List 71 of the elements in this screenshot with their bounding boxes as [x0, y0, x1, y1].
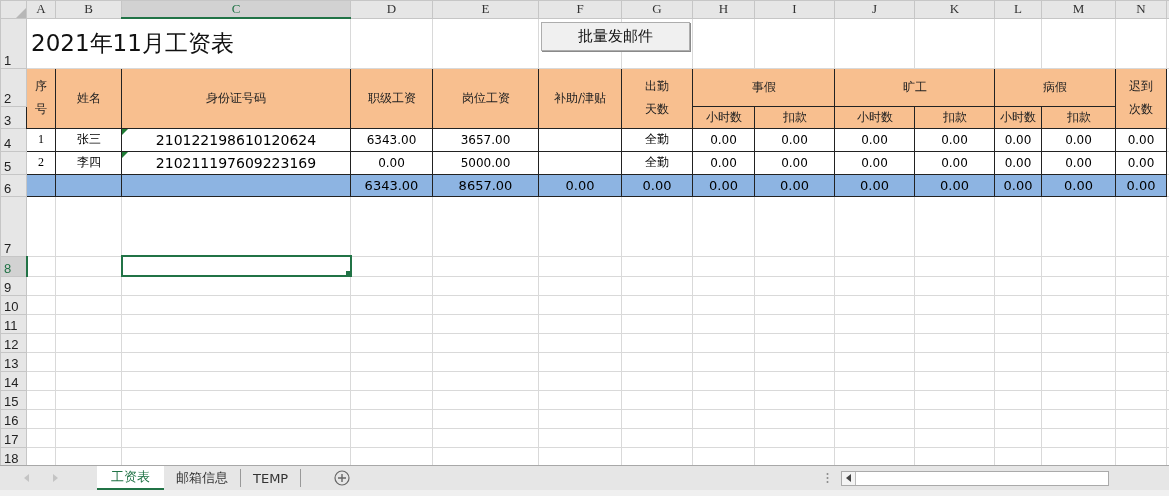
header-cell: 病假	[994, 68, 1116, 106]
header-cell: 身份证号码	[121, 68, 351, 128]
column-header[interactable]: B	[55, 0, 122, 18]
header-cell: 补助/津贴	[538, 68, 622, 128]
row-header[interactable]: 6	[0, 174, 27, 196]
table-cell: 0.00	[1115, 151, 1167, 174]
column-header[interactable]: E	[432, 0, 539, 18]
header-cell: 岗位工资	[432, 68, 539, 128]
table-cell: 0.00	[692, 128, 755, 151]
column-header[interactable]: C	[121, 0, 351, 18]
table-cell: 0.00	[834, 151, 915, 174]
row-header[interactable]: 8	[0, 256, 27, 276]
table-cell: 3657.00	[432, 128, 539, 151]
header-cell: 迟到次数	[1115, 68, 1167, 128]
column-header[interactable]: H	[692, 0, 755, 18]
table-cell: 0.00	[350, 151, 433, 174]
header-cell: 旷工	[834, 68, 995, 106]
table-cell: 0.00	[914, 151, 995, 174]
sheet-title: 2021年11月工资表	[30, 29, 234, 56]
table-cell: 210122198610120624	[121, 128, 351, 151]
table-cell: 1	[26, 128, 56, 151]
row-header[interactable]: 4	[0, 128, 27, 151]
table-cell: 0.00	[994, 151, 1042, 174]
column-header[interactable]: D	[350, 0, 433, 18]
previous-sheet-icon[interactable]	[24, 474, 30, 482]
table-cell: 0.00	[754, 128, 835, 151]
column-header[interactable]: N	[1115, 0, 1167, 18]
row-header[interactable]: 3	[0, 106, 27, 128]
header-cell: 职级工资	[350, 68, 433, 128]
column-header[interactable]: L	[994, 0, 1042, 18]
table-cell: 0.00	[754, 151, 835, 174]
header-cell: 姓名	[55, 68, 122, 128]
table-cell: 0.00	[1041, 128, 1116, 151]
table-cell: 6343.00	[350, 128, 433, 151]
splitter-handle-icon[interactable]	[826, 472, 830, 484]
horizontal-scrollbar[interactable]	[841, 470, 1110, 486]
header-cell: 出勤天数	[621, 68, 693, 128]
table-cell: 0.00	[834, 128, 915, 151]
sheet-tab[interactable]: TEMP	[241, 469, 302, 487]
column-header[interactable]: J	[834, 0, 915, 18]
selected-cell[interactable]	[121, 256, 351, 276]
table-cell: 0.00	[994, 128, 1042, 151]
next-sheet-icon[interactable]	[52, 474, 58, 482]
send-mail-button[interactable]: 批量发邮件	[541, 22, 690, 51]
column-header[interactable]: A	[26, 0, 56, 18]
table-cell: 0.00	[1115, 128, 1167, 151]
add-sheet-icon[interactable]	[334, 470, 351, 486]
table-cell: 5000.00	[432, 151, 539, 174]
column-header[interactable]: F	[538, 0, 622, 18]
scroll-left-icon[interactable]	[845, 474, 852, 482]
table-cell: 0.00	[692, 151, 755, 174]
column-header[interactable]: K	[914, 0, 995, 18]
header-cell: 事假	[692, 68, 835, 106]
sheet-tab[interactable]: 邮箱信息	[164, 469, 241, 487]
row-header[interactable]: 7	[0, 196, 27, 256]
table-cell: 张三	[55, 128, 122, 151]
column-header[interactable]: M	[1041, 0, 1116, 18]
row-header[interactable]: 2	[0, 68, 27, 106]
table-cell: 李四	[55, 151, 122, 174]
table-cell: 0.00	[914, 128, 995, 151]
row-header[interactable]: 5	[0, 151, 27, 174]
row-header[interactable]: 1	[0, 18, 27, 68]
sheet-tab[interactable]: 工资表	[97, 466, 164, 490]
table-cell: 2	[26, 151, 56, 174]
table-cell: 0.00	[1041, 151, 1116, 174]
column-header[interactable]: G	[621, 0, 693, 18]
table-cell: 全勤	[621, 128, 693, 151]
header-cell: 序号	[26, 68, 56, 128]
column-header[interactable]: I	[754, 0, 835, 18]
table-cell: 210211197609223169	[121, 151, 351, 174]
table-cell: 全勤	[621, 151, 693, 174]
